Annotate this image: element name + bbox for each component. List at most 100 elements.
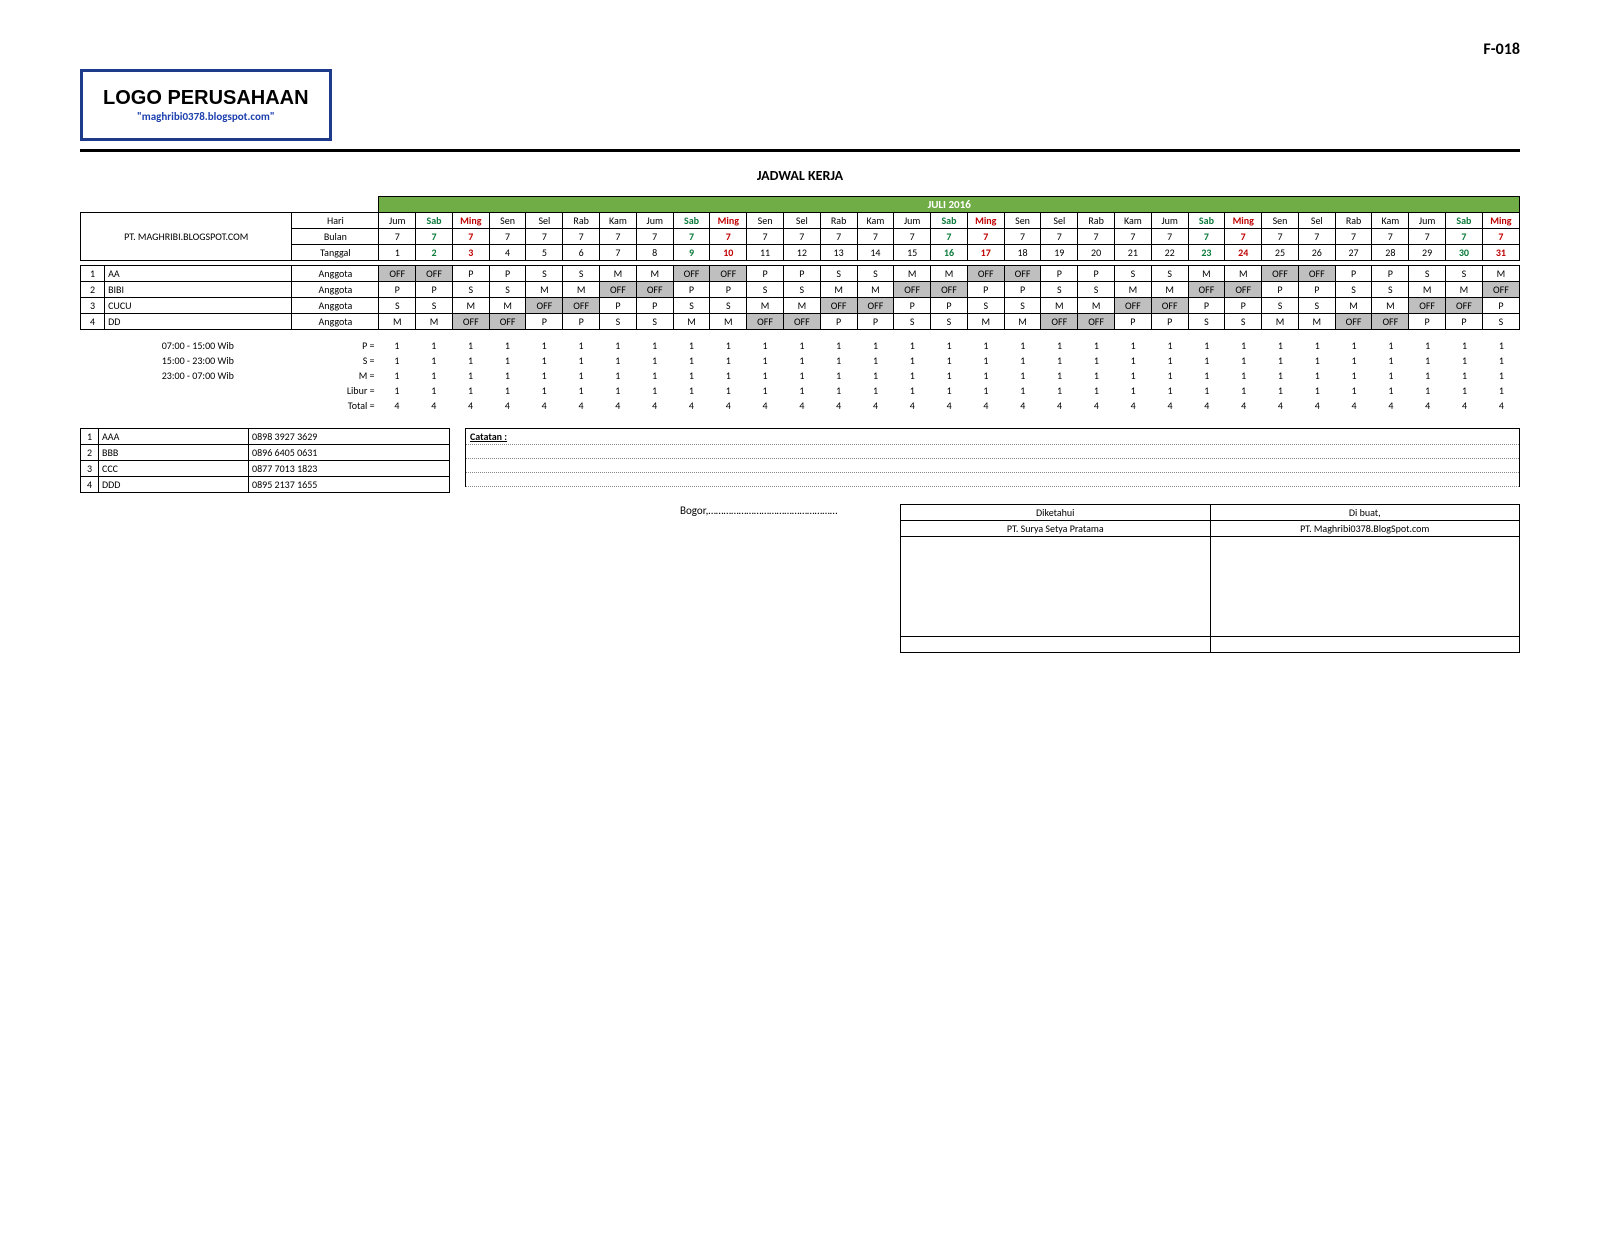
summary-code: Libur = [292, 383, 379, 398]
contact-row: 4 DDD 0895 2137 1655 [81, 477, 450, 493]
shift-cell: OFF [1041, 314, 1078, 330]
shift-cell: S [1151, 266, 1188, 282]
shift-cell: P [1004, 282, 1041, 298]
summary-val: 1 [563, 383, 600, 398]
sign-right-header: Di buat, [1210, 505, 1520, 521]
summary-val: 4 [1409, 398, 1446, 413]
hari-label: Hari [292, 213, 379, 229]
summary-val: 1 [599, 353, 636, 368]
day-cell: 10 [710, 245, 747, 261]
summary-val: 4 [526, 398, 563, 413]
day-cell: 7 [820, 229, 857, 245]
shift-cell: OFF [894, 282, 931, 298]
sign-right-footer [1210, 637, 1520, 653]
summary-val: 1 [1372, 353, 1409, 368]
contact-idx: 4 [81, 477, 99, 493]
shift-cell: M [1041, 298, 1078, 314]
summary-val: 1 [1446, 338, 1483, 353]
day-cell: 7 [1114, 229, 1151, 245]
shift-cell: M [1446, 282, 1483, 298]
contact-phone: 0896 6405 0631 [249, 445, 450, 461]
shift-cell: M [931, 266, 968, 282]
summary-val: 1 [894, 353, 931, 368]
contact-idx: 3 [81, 461, 99, 477]
summary-val: 1 [1078, 383, 1115, 398]
emp-name: CUCU [105, 298, 292, 314]
day-cell: 13 [820, 245, 857, 261]
day-cell: Sab [931, 213, 968, 229]
day-cell: Ming [452, 213, 489, 229]
summary-val: 1 [636, 368, 673, 383]
summary-val: 4 [710, 398, 747, 413]
summary-val: 1 [1188, 353, 1225, 368]
shift-cell: S [710, 298, 747, 314]
day-cell: Ming [710, 213, 747, 229]
summary-val: 1 [710, 338, 747, 353]
shift-cell: P [857, 314, 894, 330]
summary-val: 1 [1041, 368, 1078, 383]
day-cell: Kam [600, 213, 637, 229]
shift-cell: P [673, 282, 710, 298]
emp-role: Anggota [292, 314, 379, 330]
shift-cell: OFF [783, 314, 820, 330]
summary-val: 1 [489, 383, 526, 398]
day-cell: 15 [894, 245, 931, 261]
summary-val: 4 [1336, 398, 1373, 413]
day-cell: 7 [1151, 229, 1188, 245]
summary-val: 1 [1299, 338, 1336, 353]
day-cell: 7 [600, 245, 637, 261]
shift-cell: OFF [416, 266, 453, 282]
summary-row: 15:00 - 23:00 WibS =11111111111111111111… [80, 353, 1520, 368]
summary-val: 1 [1372, 338, 1409, 353]
day-cell: 9 [673, 245, 710, 261]
summary-val: 4 [1152, 398, 1189, 413]
shift-cell: OFF [967, 266, 1004, 282]
shift-cell: OFF [1446, 298, 1483, 314]
summary-val: 4 [1041, 398, 1078, 413]
summary-val: 4 [968, 398, 1005, 413]
day-cell: 11 [747, 245, 784, 261]
shift-cell: OFF [1188, 282, 1225, 298]
day-cell: Kam [857, 213, 894, 229]
day-cell: 7 [783, 229, 820, 245]
shift-cell: S [452, 282, 489, 298]
contact-row: 2 BBB 0896 6405 0631 [81, 445, 450, 461]
day-cell: Sab [1188, 213, 1225, 229]
summary-val: 1 [673, 338, 710, 353]
day-cell: 7 [600, 229, 637, 245]
summary-val: 1 [968, 353, 1005, 368]
shift-cell: S [747, 282, 784, 298]
summary-val: 1 [673, 353, 710, 368]
summary-val: 4 [1188, 398, 1225, 413]
shift-cell: P [1262, 282, 1299, 298]
shift-cell: P [452, 266, 489, 282]
shift-cell: P [636, 298, 673, 314]
summary-val: 1 [415, 338, 452, 353]
shift-cell: M [416, 314, 453, 330]
shift-cell: M [967, 314, 1004, 330]
day-cell: 14 [857, 245, 894, 261]
day-cell: Jum [894, 213, 931, 229]
shift-cell: OFF [931, 282, 968, 298]
day-cell: Sen [489, 213, 526, 229]
summary-val: 1 [415, 353, 452, 368]
shift-cell: M [526, 282, 563, 298]
shift-cell: OFF [1262, 266, 1299, 282]
summary-val: 1 [931, 353, 968, 368]
bulan-label: Bulan [292, 229, 379, 245]
summary-val: 1 [599, 383, 636, 398]
day-cell: Rab [1078, 213, 1115, 229]
sign-right-name: PT. Maghribi0378.BlogSpot.com [1210, 521, 1520, 537]
summary-val: 1 [452, 368, 489, 383]
shift-cell: S [857, 266, 894, 282]
emp-idx: 3 [81, 298, 105, 314]
shift-time: 23:00 - 07:00 Wib [104, 368, 291, 383]
shift-cell: M [1409, 282, 1446, 298]
contact-phone: 0877 7013 1823 [249, 461, 450, 477]
shift-cell: S [1114, 266, 1151, 282]
summary-val: 1 [747, 368, 784, 383]
summary-val: 1 [820, 338, 857, 353]
shift-cell: M [673, 314, 710, 330]
shift-cell: S [416, 298, 453, 314]
day-cell: 5 [526, 245, 563, 261]
